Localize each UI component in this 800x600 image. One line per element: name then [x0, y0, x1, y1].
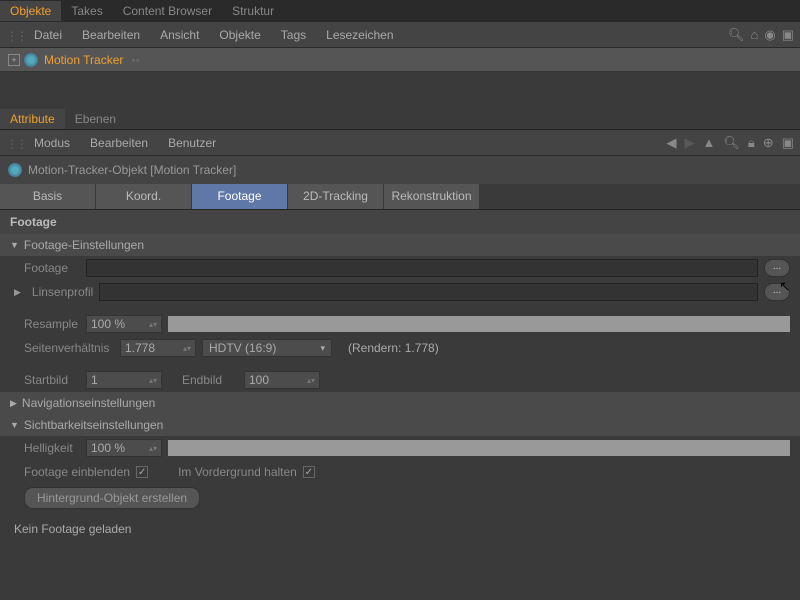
- nav-back-icon[interactable]: ◀: [666, 135, 676, 151]
- label-startbild: Startbild: [24, 373, 80, 387]
- new-icon[interactable]: ⊕: [763, 135, 774, 151]
- subtab-basis[interactable]: Basis: [0, 184, 96, 209]
- menu-ansicht[interactable]: Ansicht: [150, 24, 209, 46]
- seiten-input[interactable]: 1.778▴▾: [120, 339, 196, 357]
- lock-icon[interactable]: 🔒︎: [748, 135, 755, 151]
- tab-takes[interactable]: Takes: [61, 1, 112, 21]
- menu-datei[interactable]: Datei: [24, 24, 72, 46]
- group-label: Navigationseinstellungen: [22, 396, 155, 410]
- maximize-icon[interactable]: ▣: [782, 27, 794, 43]
- menu-tags[interactable]: Tags: [271, 24, 316, 46]
- row-visibility-checks: Footage einblenden ✓ Im Vordergrund halt…: [0, 460, 800, 484]
- object-name[interactable]: Motion Tracker: [44, 53, 123, 67]
- resample-input[interactable]: 100 %▴▾: [86, 315, 162, 333]
- object-tree-empty: [0, 72, 800, 108]
- chevron-right-icon[interactable]: ▶: [14, 287, 21, 298]
- linsenprofil-input[interactable]: [99, 283, 758, 301]
- home-icon[interactable]: ⌂: [751, 27, 759, 43]
- nav-up-icon[interactable]: ▲: [702, 135, 715, 150]
- object-tree-row-motion-tracker[interactable]: + Motion Tracker ▪▪: [0, 48, 800, 72]
- row-footage-path: Footage ...: [0, 256, 800, 280]
- seiten-preset-dropdown[interactable]: HDTV (16:9)▾: [202, 339, 332, 357]
- drag-handle-icon[interactable]: [6, 137, 18, 149]
- startbild-input[interactable]: 1▴▾: [86, 371, 162, 389]
- property-sub-tabs: Basis Koord. Footage 2D-Tracking Rekonst…: [0, 184, 800, 210]
- group-navigation-settings[interactable]: ▶ Navigationseinstellungen: [0, 392, 800, 414]
- top-tab-bar: Objekte Takes Content Browser Struktur: [0, 0, 800, 22]
- browse-footage-button[interactable]: ...: [764, 259, 790, 277]
- tab-ebenen[interactable]: Ebenen: [65, 109, 126, 129]
- group-visibility-settings[interactable]: ▼ Sichtbarkeitseinstellungen: [0, 414, 800, 436]
- checkbox-footage-einblenden[interactable]: ✓: [136, 466, 148, 478]
- visibility-dots-icon[interactable]: ▪▪: [131, 53, 140, 67]
- maximize-icon[interactable]: ▣: [782, 135, 794, 151]
- row-frame-range: Startbild 1▴▾ Endbild 100▴▾: [0, 368, 800, 392]
- menu-benutzer[interactable]: Benutzer: [158, 132, 226, 154]
- drag-handle-icon[interactable]: [6, 29, 18, 41]
- menu-bearbeiten-attr[interactable]: Bearbeiten: [80, 132, 158, 154]
- checkbox-vordergrund[interactable]: ✓: [303, 466, 315, 478]
- chevron-right-icon: ▶: [10, 398, 17, 409]
- row-linsenprofil: ▶ Linsenprofil ...: [0, 280, 800, 304]
- label-linsenprofil: Linsenprofil: [32, 285, 93, 299]
- label-footage-einblenden: Footage einblenden: [24, 465, 130, 479]
- tab-content-browser[interactable]: Content Browser: [113, 1, 222, 21]
- footage-path-input[interactable]: [86, 259, 758, 277]
- label-helligkeit: Helligkeit: [24, 441, 80, 455]
- section-footage: Footage: [0, 210, 800, 234]
- hintergrund-objekt-button[interactable]: Hintergrund-Objekt erstellen: [24, 487, 200, 509]
- object-manager-menubar: Datei Bearbeiten Ansicht Objekte Tags Le…: [0, 22, 800, 48]
- row-helligkeit: Helligkeit 100 %▴▾: [0, 436, 800, 460]
- label-resample: Resample: [24, 317, 80, 331]
- tab-struktur[interactable]: Struktur: [222, 1, 284, 21]
- menu-modus[interactable]: Modus: [24, 132, 80, 154]
- subtab-footage[interactable]: Footage: [192, 184, 288, 209]
- search-icon[interactable]: 🔍︎: [723, 135, 740, 151]
- menu-lesezeichen[interactable]: Lesezeichen: [316, 24, 403, 46]
- label-seitenverhaeltnis: Seitenverhältnis: [24, 341, 114, 355]
- nav-forward-icon[interactable]: ▶: [684, 135, 694, 151]
- group-label: Footage-Einstellungen: [24, 238, 144, 252]
- selected-object-title: Motion-Tracker-Objekt [Motion Tracker]: [28, 163, 236, 177]
- helligkeit-input[interactable]: 100 %▴▾: [86, 439, 162, 457]
- attribute-tab-bar: Attribute Ebenen: [0, 108, 800, 130]
- row-seitenverhaeltnis: Seitenverhältnis 1.778▴▾ HDTV (16:9)▾ (R…: [0, 336, 800, 360]
- subtab-koord[interactable]: Koord.: [96, 184, 192, 209]
- endbild-input[interactable]: 100▴▾: [244, 371, 320, 389]
- search-icon[interactable]: 🔍︎: [728, 27, 745, 43]
- eye-icon[interactable]: ◉: [764, 27, 775, 43]
- selected-object-header: Motion-Tracker-Objekt [Motion Tracker]: [0, 156, 800, 184]
- group-label: Sichtbarkeitseinstellungen: [24, 418, 163, 432]
- resample-slider[interactable]: [168, 316, 790, 332]
- menu-objekte[interactable]: Objekte: [209, 24, 270, 46]
- subtab-rekonstruktion[interactable]: Rekonstruktion: [384, 184, 480, 209]
- label-vordergrund: Im Vordergrund halten: [178, 465, 297, 479]
- tab-attribute[interactable]: Attribute: [0, 109, 65, 129]
- footage-status-text: Kein Footage geladen: [0, 512, 800, 546]
- browse-linsenprofil-button[interactable]: ...: [764, 283, 790, 301]
- label-endbild: Endbild: [182, 373, 238, 387]
- motion-tracker-icon: [24, 53, 38, 67]
- subtab-2d-tracking[interactable]: 2D-Tracking: [288, 184, 384, 209]
- label-footage: Footage: [24, 261, 80, 275]
- motion-tracker-icon: [8, 163, 22, 177]
- tab-objekte[interactable]: Objekte: [0, 1, 61, 21]
- chevron-down-icon: ▼: [10, 240, 19, 250]
- menu-bearbeiten[interactable]: Bearbeiten: [72, 24, 150, 46]
- expand-icon[interactable]: +: [8, 54, 20, 66]
- row-hintergrund-btn: Hintergrund-Objekt erstellen: [0, 484, 800, 512]
- row-resample: Resample 100 %▴▾: [0, 312, 800, 336]
- attribute-menubar: Modus Bearbeiten Benutzer ◀ ▶ ▲ 🔍︎ 🔒︎ ⊕ …: [0, 130, 800, 156]
- render-aspect-text: (Rendern: 1.778): [348, 341, 439, 355]
- chevron-down-icon: ▼: [10, 420, 19, 430]
- group-footage-settings[interactable]: ▼ Footage-Einstellungen: [0, 234, 800, 256]
- helligkeit-slider[interactable]: [168, 440, 790, 456]
